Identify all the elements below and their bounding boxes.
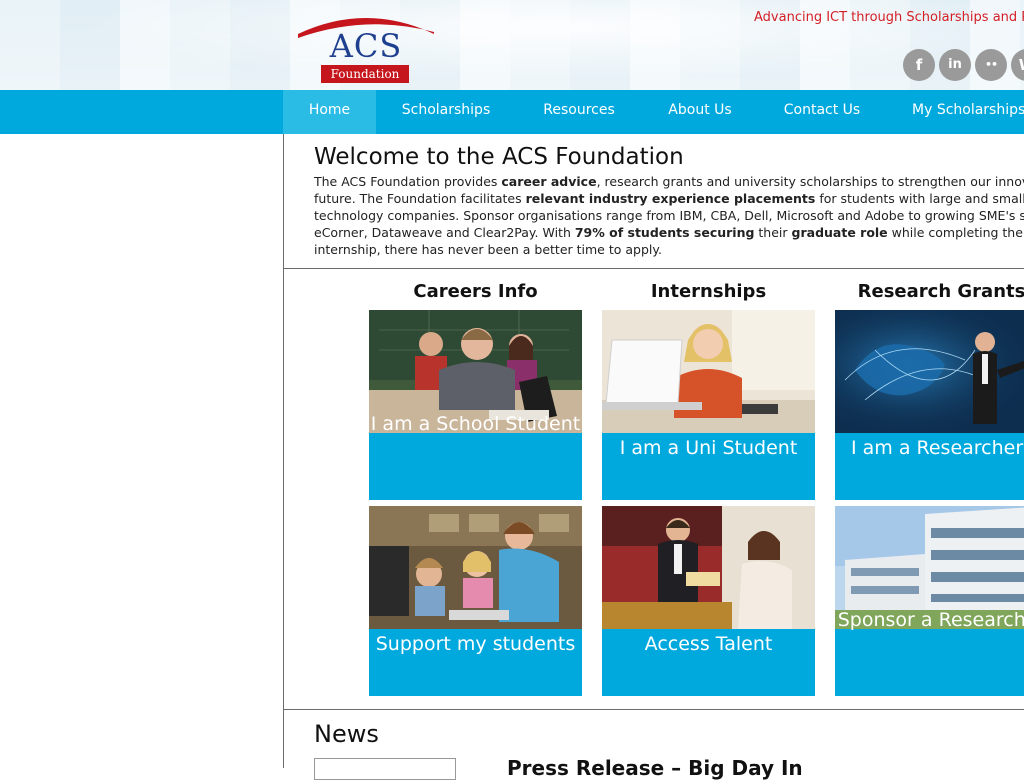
tile-sponsor-researcher[interactable]: Sponsor a Researcher <box>835 506 1024 696</box>
news-heading: News <box>314 720 379 748</box>
tile-researcher[interactable]: I am a Researcher <box>835 310 1024 500</box>
intro-paragraph: The ACS Foundation provides career advic… <box>314 173 1024 258</box>
tile-label: I am a Researcher <box>851 437 1024 459</box>
intro-text: their <box>754 225 792 240</box>
tile-support-students[interactable]: Support my students <box>369 506 582 696</box>
intro-text: The ACS Foundation provides <box>314 174 502 189</box>
intro-highlight: career advice <box>501 174 597 189</box>
flickr-icon[interactable]: •• <box>975 49 1007 81</box>
nav-my-scholarships[interactable]: My Scholarships <box>886 90 1024 134</box>
page-title: Welcome to the ACS Foundation <box>314 144 684 170</box>
nav-scholarships[interactable]: Scholarships <box>376 90 516 134</box>
internships-heading: Internships <box>650 281 767 302</box>
tile-label: Access Talent <box>644 633 773 655</box>
facebook-icon[interactable]: f <box>903 49 935 81</box>
nav-about-us[interactable]: About Us <box>642 90 758 134</box>
researcher-globe-photo <box>835 310 1024 433</box>
intro-highlight: 79% of students securing <box>574 225 755 240</box>
sidebar-divider <box>283 134 284 768</box>
tile-uni-student[interactable]: I am a Uni Student <box>602 310 815 500</box>
main-nav: Home Scholarships Resources About Us Con… <box>0 90 1024 134</box>
news-headline[interactable]: Press Release – Big Day In <box>507 756 803 780</box>
section-divider <box>284 709 1024 710</box>
tile-label: I am a School Student <box>370 413 581 435</box>
tile-label: I am a Uni Student <box>619 437 798 459</box>
news-thumbnail[interactable] <box>314 758 456 780</box>
intro-highlight: graduate role <box>791 225 888 240</box>
acs-foundation-logo[interactable]: ACS Foundation <box>294 10 438 83</box>
teacher-students-photo <box>369 506 582 629</box>
site-header: ACS Foundation Advancing ICT through Sch… <box>0 0 1024 90</box>
intro-highlight: relevant industry experience placements <box>525 191 816 206</box>
linkedin-icon[interactable]: in <box>939 49 971 81</box>
careers-info-heading: Careers Info <box>413 281 538 302</box>
logo-subtext: Foundation <box>321 65 409 83</box>
tile-label: Support my students <box>375 633 576 655</box>
site-tagline: Advancing ICT through Scholarships and R… <box>754 10 1024 25</box>
nav-home[interactable]: Home <box>283 90 376 134</box>
tile-label: Sponsor a Researcher <box>837 609 1024 631</box>
research-grants-heading: Research Grants <box>857 281 1024 302</box>
section-divider <box>284 268 1024 269</box>
interview-photo <box>602 506 815 629</box>
logo-text: ACS <box>329 27 403 65</box>
tile-access-talent[interactable]: Access Talent <box>602 506 815 696</box>
nav-resources[interactable]: Resources <box>516 90 642 134</box>
tile-school-student[interactable]: I am a School Student <box>369 310 582 500</box>
student-laptop-photo <box>602 310 815 433</box>
nav-contact-us[interactable]: Contact Us <box>758 90 886 134</box>
